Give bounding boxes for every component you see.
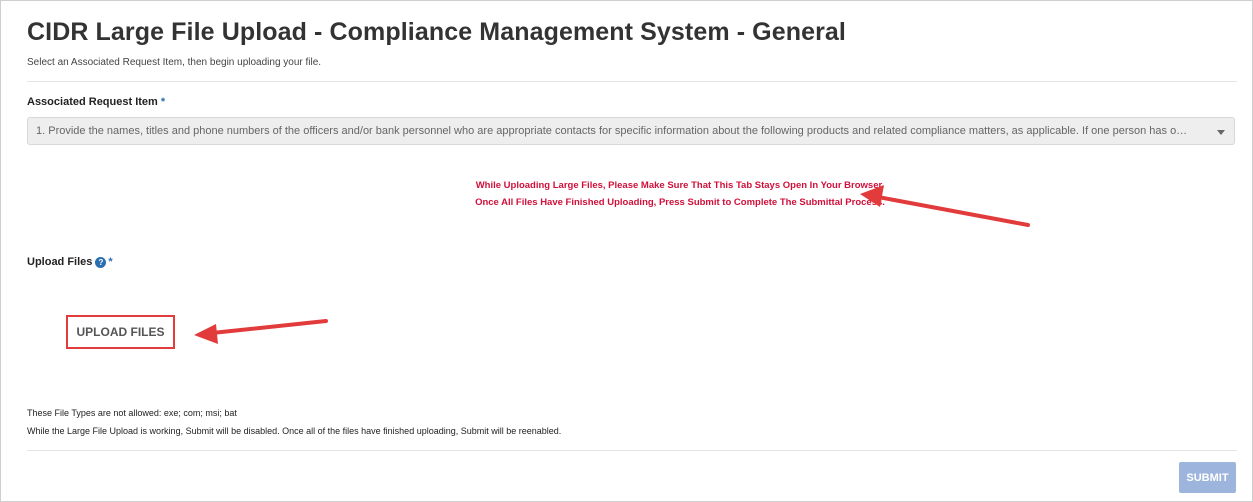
submit-disabled-note: While the Large File Upload is working, … [27, 426, 562, 436]
arrow-shaft [210, 319, 328, 335]
submit-button[interactable]: SUBMIT [1179, 462, 1236, 493]
footer-divider [27, 450, 1237, 451]
disallowed-file-types-note: These File Types are not allowed: exe; c… [27, 408, 237, 418]
arrow-head [194, 324, 218, 344]
